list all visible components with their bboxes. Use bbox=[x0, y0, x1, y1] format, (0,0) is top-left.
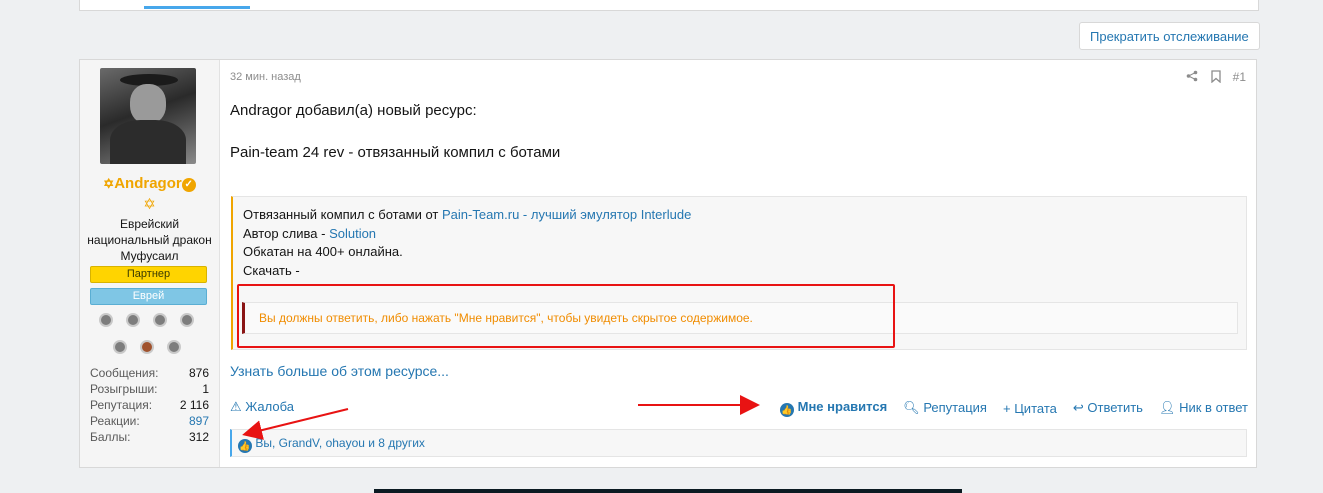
verified-icon: ✓ bbox=[181, 178, 196, 192]
bottom-image-edge bbox=[374, 489, 962, 493]
tab-strip bbox=[79, 0, 1259, 11]
user-title: Еврейский национальный дракон Муфусаил bbox=[87, 217, 212, 263]
stat-row: Розыгрыши: 1 bbox=[90, 382, 209, 396]
share-icon[interactable] bbox=[1185, 70, 1199, 84]
stat-row: Реакции: 897 bbox=[90, 413, 209, 429]
search-icon: 🔍︎ bbox=[903, 400, 920, 415]
likes-bar[interactable]: 👍 Вы, GrandV, ohayou и 8 других bbox=[230, 429, 1247, 457]
post-body: Andragor добавил(а) новый ресурс: Pain-t… bbox=[230, 101, 560, 185]
star-of-david-icon: ✡ bbox=[143, 196, 156, 213]
quote-button[interactable]: + Цитата bbox=[1003, 401, 1057, 416]
avatar[interactable] bbox=[100, 68, 196, 164]
resource-line: Скачать - bbox=[243, 262, 300, 278]
resource-line: Автор слива - Solution bbox=[243, 225, 377, 241]
post-text-line: Pain-team 24 rev - отвязанный компил с б… bbox=[230, 144, 561, 161]
post-text-line: Andragor добавил(а) новый ресурс: bbox=[230, 102, 477, 119]
star-of-david-icon: ✡ bbox=[103, 176, 115, 191]
stat-row: Репутация: 2 116 bbox=[90, 398, 209, 412]
reactions-link[interactable]: 897 bbox=[189, 413, 209, 429]
highlight-frame bbox=[237, 284, 895, 348]
post-time[interactable]: 32 мин. назад bbox=[230, 71, 301, 83]
unwatch-button[interactable]: Прекратить отслеживание bbox=[1079, 22, 1260, 50]
active-tab-indicator[interactable] bbox=[144, 6, 250, 9]
warning-icon: ⚠ bbox=[230, 399, 242, 414]
plus-icon: + bbox=[1002, 400, 1011, 416]
username[interactable]: ✡Andragor ✓ bbox=[80, 175, 219, 192]
report-button[interactable]: ⚠ Жалоба bbox=[230, 399, 294, 415]
mention-button[interactable]: 👤︎ Ник в ответ bbox=[1159, 400, 1248, 416]
medal-icon bbox=[167, 340, 181, 354]
thumbs-up-icon: 👍 bbox=[238, 439, 252, 453]
post-header-actions: #1 bbox=[1185, 70, 1246, 84]
resource-line: Обкатан на 400+ онлайна. bbox=[243, 244, 403, 259]
user-stats: Сообщения: 876 Розыгрыши: 1 Репутация: 2 11… bbox=[90, 365, 209, 445]
post-actions: ⚠ Жалоба 👍 Мне нравится 🔍︎ Репутация + Ц… bbox=[230, 398, 1248, 418]
solution-link[interactable]: Solution bbox=[329, 226, 376, 241]
group-banner: Еврей bbox=[90, 288, 207, 305]
reputation-button[interactable]: 🔍︎ Репутация bbox=[903, 400, 987, 416]
medal-icon bbox=[180, 313, 194, 327]
pain-team-link[interactable]: Pain-Team.ru - лучший эмулятор Interlude bbox=[442, 207, 691, 222]
user-cell: ✡Andragor ✓ ✡ Еврейский национальный драк… bbox=[80, 60, 220, 467]
likes-text[interactable]: Вы, GrandV, ohayou и 8 других bbox=[255, 436, 425, 450]
stat-row: Сообщения: 876 bbox=[90, 366, 209, 380]
reply-button[interactable]: ↩ Ответить bbox=[1073, 400, 1143, 416]
partner-banner: Партнер bbox=[90, 266, 207, 283]
post: ✡Andragor ✓ ✡ Еврейский национальный драк… bbox=[79, 59, 1257, 468]
post-number[interactable]: #1 bbox=[1233, 70, 1246, 84]
medal-icon bbox=[99, 313, 113, 327]
reply-icon: ↩ bbox=[1072, 400, 1084, 415]
bookmark-icon[interactable] bbox=[1209, 70, 1223, 84]
like-button[interactable]: 👍 Мне нравится bbox=[780, 399, 887, 417]
user-icon: 👤︎ bbox=[1158, 400, 1176, 415]
learn-more-link[interactable]: Узнать больше об этом ресурсе... bbox=[230, 363, 449, 379]
medal-icon bbox=[113, 340, 127, 354]
username-text[interactable]: Andragor bbox=[114, 175, 182, 192]
medal-icon bbox=[126, 313, 140, 327]
stat-row: Баллы: 312 bbox=[90, 430, 209, 444]
medal-icon bbox=[153, 313, 167, 327]
resource-line: Отвязанный компил с ботами от Pain-Team.… bbox=[243, 207, 692, 222]
thumbs-up-icon: 👍 bbox=[780, 403, 794, 417]
medal-icon bbox=[140, 340, 154, 354]
